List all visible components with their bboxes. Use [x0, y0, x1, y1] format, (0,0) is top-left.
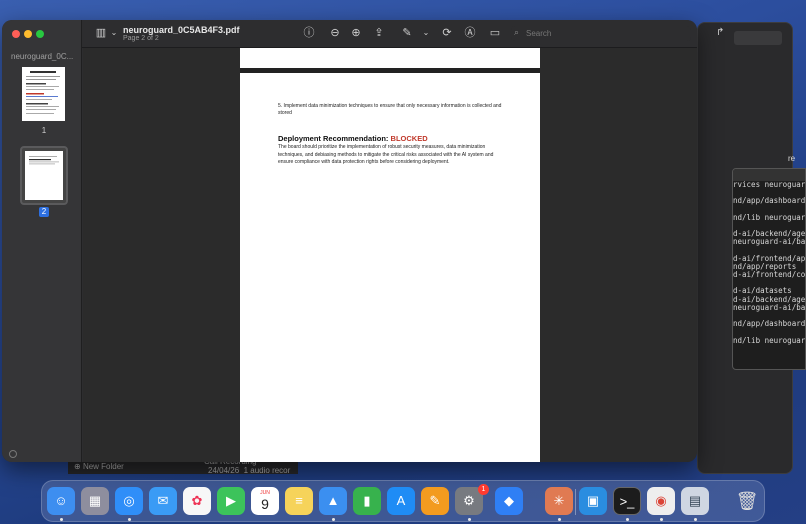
- finder-running-indicator: [60, 518, 63, 521]
- launchpad-icon[interactable]: ▦: [81, 487, 109, 515]
- trash-icon[interactable]: 🗑: [733, 487, 761, 515]
- background-window-field: [734, 31, 782, 45]
- sidebar-doc-title: neuroguard_0C...: [11, 52, 74, 61]
- preview-running-indicator: [694, 518, 697, 521]
- calendar-icon[interactable]: JUN 9: [251, 487, 279, 515]
- page-thumbnail-2-selected[interactable]: [20, 146, 68, 205]
- page-thumbnail-2[interactable]: [25, 151, 63, 200]
- claude-running-indicator: [558, 518, 561, 521]
- search-field[interactable]: ⌕ Search: [511, 26, 691, 41]
- chevron-down-icon[interactable]: ⌄: [107, 26, 121, 40]
- preview-app-icon[interactable]: ▤: [681, 487, 709, 515]
- roblox-icon[interactable]: ◆: [495, 487, 523, 515]
- app-store-icon[interactable]: A: [387, 487, 415, 515]
- terminal-output: rvices neuroguard-nd/app/dashboard n nd/l…: [733, 180, 806, 345]
- document-viewport[interactable]: 5. Implement data minimization technique…: [83, 48, 697, 462]
- terminal-line: nd/lib neuroguard: [733, 335, 806, 345]
- terminal-line: neuroguard-ai/back: [733, 237, 806, 247]
- dock-separator: [575, 489, 576, 515]
- recording-meta: 24/04/26 1 audio recor: [208, 466, 290, 475]
- info-icon[interactable]: ⓘ: [302, 26, 316, 40]
- terminal-running-indicator: [626, 518, 629, 521]
- chrome-running-indicator: [660, 518, 663, 521]
- zoom-out-icon[interactable]: ⊖: [328, 26, 342, 40]
- zoom-window-button[interactable]: [36, 30, 44, 38]
- terminal-side-label: re: [788, 154, 796, 163]
- keynote-running-indicator: [332, 518, 335, 521]
- deployment-recommendation-heading: Deployment Recommendation: BLOCKED: [278, 134, 428, 143]
- status-blocked: BLOCKED: [390, 134, 428, 143]
- numbers-icon[interactable]: ▮: [353, 487, 381, 515]
- page-thumbnail-1-content: [26, 71, 60, 114]
- notes-icon[interactable]: ≡: [285, 487, 313, 515]
- recommendation-item-5: 5. Implement data minimization technique…: [278, 103, 502, 116]
- recording-info: 1 audio recor: [243, 466, 291, 475]
- chrome-icon[interactable]: ◉: [647, 487, 675, 515]
- page-number-1: 1: [41, 126, 47, 135]
- minimize-window-button[interactable]: [24, 30, 32, 38]
- zoom-in-icon[interactable]: ⊕: [349, 26, 363, 40]
- markup-chevron-icon[interactable]: ⌄: [419, 26, 433, 40]
- dock: ☺ ▦ ◎ ✉ ✿ ▶ JUN 9 ≡ ▲ ▮ A ✎ ⚙ ◆ ✳ ▣ >_ ◉…: [41, 480, 765, 522]
- page-indicator: Page 2 of 2: [123, 35, 159, 42]
- preview-window: neuroguard_0C... 1 2 ▥ ⌄ neuroguard_0C5A…: [2, 20, 697, 462]
- facetime-icon[interactable]: ▶: [217, 487, 245, 515]
- preview-toolbar: ▥ ⌄ neuroguard_0C5AB4F3.pdf Page 2 of 2 …: [82, 20, 697, 48]
- search-icon: ⌕: [514, 27, 520, 37]
- new-folder-label[interactable]: ⊕ New Folder: [74, 462, 124, 471]
- thumbnail-sidebar: neuroguard_0C... 1 2: [2, 20, 82, 462]
- heading-label: Deployment Recommendation:: [278, 134, 389, 143]
- terminal-line: d-ai/frontend/comp: [733, 270, 806, 280]
- terminal-line: nd/app/dashboard n: [733, 196, 806, 206]
- mail-icon[interactable]: ✉: [149, 487, 177, 515]
- close-window-button[interactable]: [12, 30, 20, 38]
- page-1-bottom: [240, 48, 540, 68]
- finder-icon[interactable]: ☺: [47, 487, 75, 515]
- new-folder-text: New Folder: [82, 462, 124, 471]
- page-thumbnail-1[interactable]: [22, 67, 65, 121]
- page-number-2: 2: [39, 207, 49, 217]
- form-fill-icon[interactable]: ▭: [488, 26, 502, 40]
- markup-pen-icon[interactable]: ✎: [400, 26, 414, 40]
- terminal-line: rvices neuroguard-: [733, 180, 806, 189]
- claude-icon[interactable]: ✳: [545, 487, 573, 515]
- pages-icon[interactable]: ✎: [421, 487, 449, 515]
- search-placeholder: Search: [526, 29, 552, 38]
- photos-icon[interactable]: ✿: [183, 487, 211, 515]
- annotate-circle-icon[interactable]: Ⓐ: [463, 26, 477, 40]
- sidebar-footer-icon[interactable]: [9, 450, 17, 458]
- safari-icon[interactable]: ◎: [115, 487, 143, 515]
- safari-running-indicator: [128, 518, 131, 521]
- recommendation-body: The board should prioritize the implemen…: [278, 144, 494, 165]
- redo-arrow-icon: ↱: [716, 27, 725, 38]
- recording-date: 24/04/26: [208, 466, 240, 475]
- terminal-line: nd/app/dashboard n: [733, 319, 806, 329]
- pdf-page-2: 5. Implement data minimization technique…: [240, 73, 540, 462]
- keynote-icon[interactable]: ▲: [319, 487, 347, 515]
- document-title: neuroguard_0C5AB4F3.pdf: [123, 25, 240, 35]
- terminal-icon[interactable]: >_: [613, 487, 641, 515]
- sidebar-toggle-icon[interactable]: ▥: [94, 26, 108, 40]
- rotate-icon[interactable]: ⟳: [440, 26, 454, 40]
- page-thumbnail-2-content: [29, 156, 59, 165]
- settings-running-indicator: [468, 518, 471, 521]
- terminal-window[interactable]: rvices neuroguard-nd/app/dashboard n nd/l…: [732, 168, 806, 370]
- terminal-line: nd/lib neuroguard: [733, 212, 806, 222]
- settings-badge: 1: [478, 484, 489, 495]
- calendar-day: 9: [261, 496, 269, 512]
- share-icon[interactable]: ⇪: [372, 26, 386, 40]
- docker-icon[interactable]: ▣: [579, 487, 607, 515]
- terminal-line: neuroguard-ai/bac: [733, 302, 806, 312]
